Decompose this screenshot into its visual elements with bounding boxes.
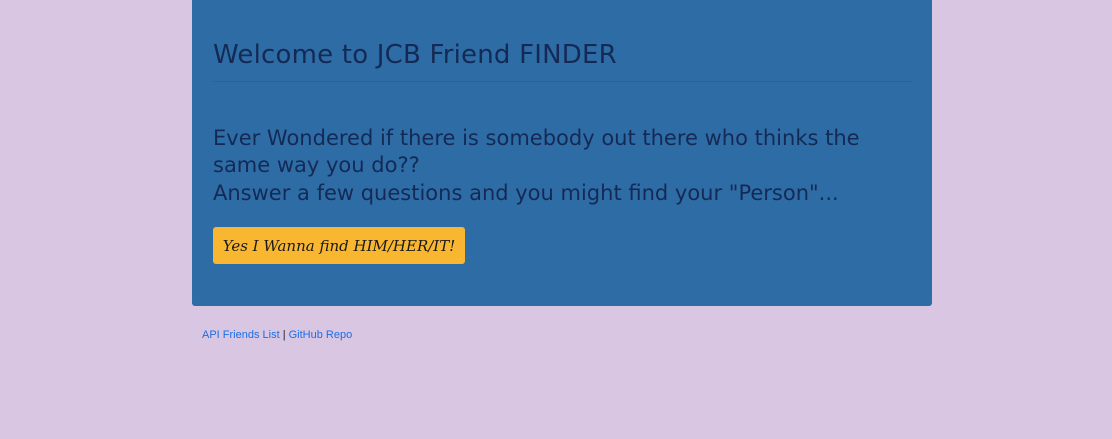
page-title: Welcome to JCB Friend FINDER [213,40,617,70]
footer: API Friends List | GitHub Repo [202,329,352,341]
jumbotron: Welcome to JCB Friend FINDER Ever Wonder… [192,0,932,306]
github-repo-link[interactable]: GitHub Repo [289,329,353,341]
page: Welcome to JCB Friend FINDER Ever Wonder… [0,0,1112,439]
api-friends-list-link[interactable]: API Friends List [202,329,280,341]
footer-separator: | [282,329,286,341]
intro-text: Ever Wondered if there is somebody out t… [213,126,860,177]
find-friend-button[interactable]: Yes I Wanna find HIM/HER/IT! [213,227,465,264]
divider [213,81,912,82]
instruction-text: Answer a few questions and you might fin… [213,181,839,205]
